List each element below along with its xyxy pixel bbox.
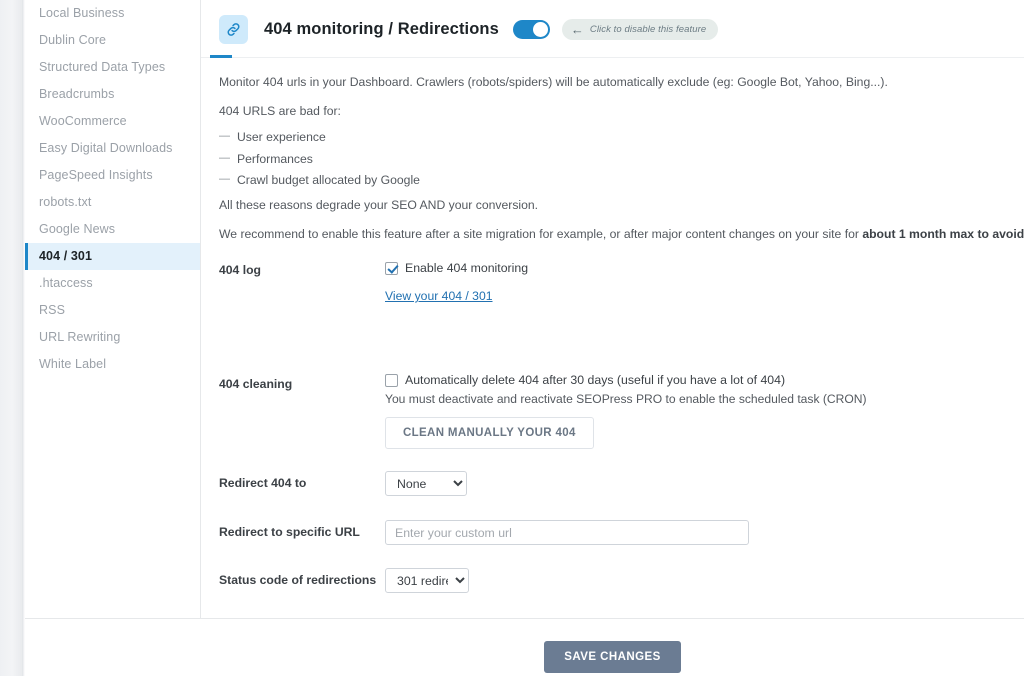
sidebar-item-breadcrumbs[interactable]: Breadcrumbs	[25, 81, 201, 108]
sidebar-item-google-news[interactable]: Google News	[25, 216, 201, 243]
enable-404-monitoring-checkbox[interactable]	[385, 261, 398, 275]
cron-note: You must deactivate and reactivate SEOPr…	[385, 392, 867, 407]
row-label-redirect-404-to: Redirect 404 to	[219, 476, 307, 491]
redirect-404-to-select[interactable]: None	[385, 471, 467, 497]
feature-header: 404 monitoring / Redirections ← Click to…	[201, 0, 1024, 58]
left-gutter	[0, 0, 22, 676]
feature-toggle[interactable]	[512, 19, 550, 39]
main-panel: 404 monitoring / Redirections ← Click to…	[201, 0, 1024, 676]
row-status-code: Status code of redirections 301 redirect	[219, 568, 1006, 594]
row-label-specific-url: Redirect to specific URL	[219, 525, 360, 540]
hint-label: Click to disable this feature	[589, 23, 707, 35]
content-area: Monitor 404 urls in your Dashboard. Craw…	[201, 58, 1024, 676]
bad-for-list: User experience Performances Crawl budget …	[219, 131, 1006, 186]
intro-paragraph-3: All these reasons degrade your SEO AND y…	[219, 197, 539, 212]
specific-url-input[interactable]	[385, 520, 749, 546]
row-field-404-log: Enable 404 monitoring View your 404 / 30…	[385, 261, 1006, 305]
row-field-specific-url	[385, 520, 1006, 546]
row-redirect-404-to: Redirect 404 to None	[219, 471, 1006, 497]
row-specific-url: Redirect to specific URL	[219, 520, 1006, 546]
sidebar-item-url-rewriting[interactable]: URL Rewriting	[25, 324, 201, 351]
row-field-redirect-404-to: None	[385, 471, 1006, 497]
sidebar-item-structured-data-types[interactable]: Structured Data Types	[25, 54, 201, 81]
bad-for-item: User experience	[219, 131, 1006, 143]
sidebar-item-dublin-core[interactable]: Dublin Core	[25, 27, 201, 54]
clean-manually-button[interactable]: CLEAN MANUALLY YOUR 404	[385, 417, 594, 450]
enable-404-monitoring-checkbox-row[interactable]: Enable 404 monitoring	[385, 261, 1006, 275]
header-rule	[201, 57, 1024, 58]
auto-delete-404-label: Automatically delete 404 after 30 days (…	[405, 373, 786, 388]
sidebar-item-rss[interactable]: RSS	[25, 297, 201, 324]
page-title: 404 monitoring / Redirections	[264, 19, 499, 38]
header-rule-active-segment	[210, 55, 232, 58]
sidebar-item-pagespeed-insights[interactable]: PageSpeed Insights	[25, 162, 201, 189]
sidebar-item-woocommerce[interactable]: WooCommerce	[25, 108, 201, 135]
bad-for-item: Crawl budget allocated by Google	[219, 174, 1006, 186]
arrow-left-icon: ←	[570, 21, 584, 37]
app-root: Local Business Dublin Core Structured Data…	[0, 0, 1024, 676]
row-field-status-code: 301 redirect	[385, 568, 1006, 594]
row-label-404-cleaning: 404 cleaning	[219, 377, 293, 392]
auto-delete-404-checkbox-row[interactable]: Automatically delete 404 after 30 days (…	[385, 373, 1006, 387]
sidebar-item-404-301[interactable]: 404 / 301	[25, 243, 201, 270]
settings-rows: 404 log Enable 404 monitoring View your …	[219, 261, 1006, 676]
link-chain-icon	[219, 14, 248, 44]
sidebar-item-robots-txt[interactable]: robots.txt	[25, 189, 201, 216]
sidebar-item-local-business[interactable]: Local Business	[25, 0, 201, 27]
intro-paragraph-4: We recommend to enable this feature afte…	[219, 226, 1024, 244]
sidebar-item-htaccess[interactable]: .htaccess	[25, 270, 201, 297]
intro-paragraph-1: Monitor 404 urls in your Dashboard. Craw…	[219, 75, 888, 89]
enable-404-monitoring-label: Enable 404 monitoring	[405, 261, 529, 276]
row-404-log: 404 log Enable 404 monitoring View your …	[219, 261, 1006, 305]
recommend-bold: about 1 month max to avoid false positiv…	[862, 226, 1024, 241]
row-label-404-log: 404 log	[219, 263, 261, 278]
toggle-knob	[532, 21, 548, 37]
disable-feature-hint: ← Click to disable this feature	[561, 18, 719, 40]
sidebar-item-easy-digital-downloads[interactable]: Easy Digital Downloads	[25, 135, 201, 162]
row-404-cleaning: 404 cleaning Automatically delete 404 af…	[219, 323, 1006, 450]
status-code-select[interactable]: 301 redirect	[385, 568, 469, 594]
save-changes-button[interactable]: SAVE CHANGES	[544, 641, 681, 673]
intro-paragraph-2: 404 URLS are bad for:	[219, 103, 341, 118]
row-label-status-code: Status code of redirections	[219, 573, 377, 588]
settings-sidebar: Local Business Dublin Core Structured Data…	[25, 0, 201, 676]
view-404-301-link[interactable]: View your 404 / 301	[385, 289, 493, 303]
sidebar-item-white-label[interactable]: White Label	[25, 351, 201, 378]
recommend-prefix: We recommend to enable this feature afte…	[219, 226, 863, 241]
auto-delete-404-checkbox[interactable]	[385, 373, 398, 387]
row-field-404-cleaning: Automatically delete 404 after 30 days (…	[385, 373, 1006, 450]
bad-for-item: Performances	[219, 152, 1006, 164]
footer-bar: SAVE CHANGES	[201, 619, 1024, 676]
